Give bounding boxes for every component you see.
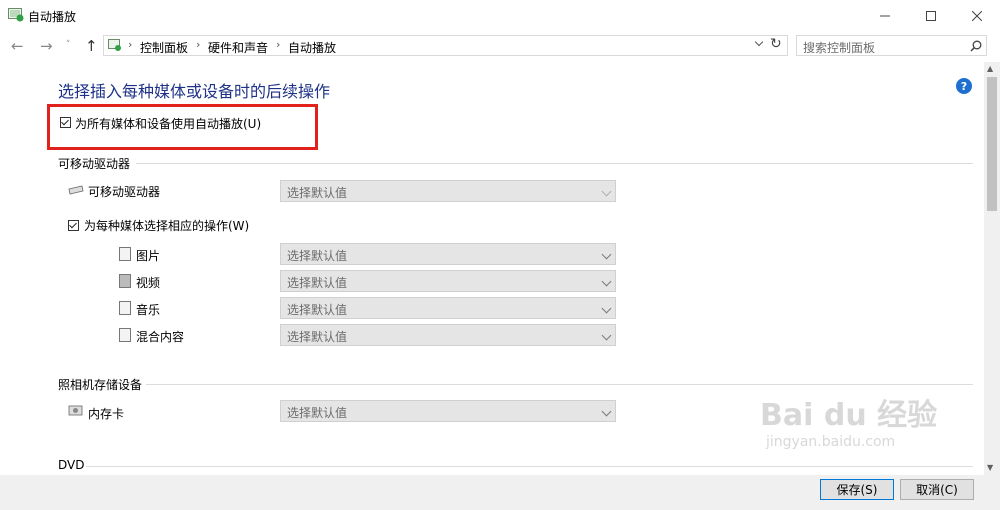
control-panel-icon [108, 39, 121, 51]
breadcrumb-separator: › [128, 38, 133, 51]
chevron-down-icon: ˅ [66, 40, 71, 50]
use-autoplay-checkbox[interactable] [60, 117, 71, 128]
maximize-icon [926, 10, 936, 21]
scroll-down-arrow-icon[interactable]: ▼ [987, 463, 993, 472]
address-bar[interactable]: › 控制面板 › 硬件和声音 › 自动播放 [103, 35, 788, 56]
breadcrumb-autoplay[interactable]: 自动播放 [288, 39, 336, 56]
removable-drive-dropdown[interactable]: 选择默认值 [280, 180, 616, 202]
refresh-icon: ↻ [770, 36, 782, 52]
window-title: 自动播放 [28, 10, 77, 24]
minimize-icon [880, 15, 890, 16]
videos-dropdown[interactable]: 选择默认值 [280, 270, 616, 292]
chevron-down-icon [601, 330, 612, 341]
page-title: 选择插入每种媒体或设备时的后续操作 [58, 82, 331, 101]
removable-drive-label: 可移动驱动器 [88, 185, 161, 199]
chevron-down-icon [601, 303, 612, 314]
use-autoplay-label[interactable]: 为所有媒体和设备使用自动播放(U) [75, 115, 261, 132]
mixed-content-icon [119, 328, 131, 342]
forward-arrow-icon: → [40, 37, 53, 55]
section-divider [136, 163, 973, 164]
breadcrumb-control-panel[interactable]: 控制面板 [140, 39, 188, 56]
dropdown-value: 选择默认值 [287, 330, 348, 344]
video-file-icon [119, 274, 131, 288]
baidu-watermark: Bai du 经验 jingyan.baidu.com [760, 390, 937, 450]
close-button[interactable] [954, 0, 1000, 31]
section-divider [146, 384, 973, 385]
back-arrow-icon: ← [11, 37, 24, 55]
memory-card-dropdown[interactable]: 选择默认值 [280, 400, 616, 422]
removable-drive-icon [68, 185, 84, 195]
section-dvd: DVD [58, 458, 85, 472]
memory-card-icon [68, 405, 83, 416]
scrollbar-thumb[interactable] [987, 77, 997, 211]
pictures-dropdown[interactable]: 选择默认值 [280, 243, 616, 265]
save-button[interactable]: 保存(S) [820, 479, 894, 500]
watermark-brand: Bai du 经验 [760, 398, 938, 433]
breadcrumb-hardware-sound[interactable]: 硬件和声音 [208, 39, 268, 56]
address-dropdown-button[interactable] [754, 37, 764, 47]
picture-file-icon [119, 247, 131, 261]
recent-locations-button[interactable]: ˅ [66, 40, 71, 50]
back-button[interactable]: ← [11, 37, 24, 55]
music-dropdown[interactable]: 选择默认值 [280, 297, 616, 319]
chevron-down-icon [601, 249, 612, 260]
pictures-label: 图片 [136, 249, 161, 263]
up-button[interactable]: ↑ [85, 37, 98, 55]
up-arrow-icon: ↑ [85, 37, 98, 55]
maximize-button[interactable] [908, 0, 954, 31]
close-icon [972, 10, 982, 21]
per-media-label[interactable]: 为每种媒体选择相应的操作(W) [84, 217, 249, 234]
help-button[interactable]: ? [956, 78, 972, 94]
breadcrumb-separator: › [276, 38, 281, 51]
watermark-url: jingyan.baidu.com [766, 434, 896, 450]
mixed-content-label: 混合内容 [136, 330, 185, 344]
videos-label: 视频 [136, 276, 161, 290]
forward-button[interactable]: → [40, 37, 53, 55]
dropdown-value: 选择默认值 [287, 303, 348, 317]
dropdown-value: 选择默认值 [287, 276, 348, 290]
music-label: 音乐 [136, 303, 161, 317]
cancel-button[interactable]: 取消(C) [900, 479, 974, 500]
title-bar: 自动播放 [0, 0, 1000, 31]
section-removable-drive: 可移动驱动器 [58, 157, 131, 171]
dropdown-value: 选择默认值 [287, 186, 348, 200]
chevron-down-icon [601, 186, 612, 197]
mixed-content-dropdown[interactable]: 选择默认值 [280, 324, 616, 346]
chevron-down-icon [754, 37, 764, 47]
help-icon: ? [960, 79, 968, 93]
section-divider [86, 466, 973, 467]
music-file-icon [119, 301, 131, 315]
dropdown-value: 选择默认值 [287, 406, 348, 420]
chevron-down-icon [601, 276, 612, 287]
dropdown-value: 选择默认值 [287, 249, 348, 263]
section-camera-storage: 照相机存储设备 [58, 378, 143, 392]
per-media-checkbox[interactable] [68, 220, 79, 231]
memory-card-label: 内存卡 [88, 407, 125, 421]
minimize-button[interactable] [862, 0, 908, 31]
autoplay-app-icon [8, 8, 24, 22]
refresh-button[interactable]: ↻ [770, 36, 782, 52]
search-input[interactable]: 搜索控制面板 [803, 39, 875, 56]
search-icon [970, 40, 982, 52]
breadcrumb-separator: › [196, 38, 201, 51]
scroll-up-arrow-icon[interactable]: ▲ [987, 64, 993, 73]
search-box[interactable]: 搜索控制面板 [796, 35, 987, 56]
chevron-down-icon [601, 406, 612, 417]
